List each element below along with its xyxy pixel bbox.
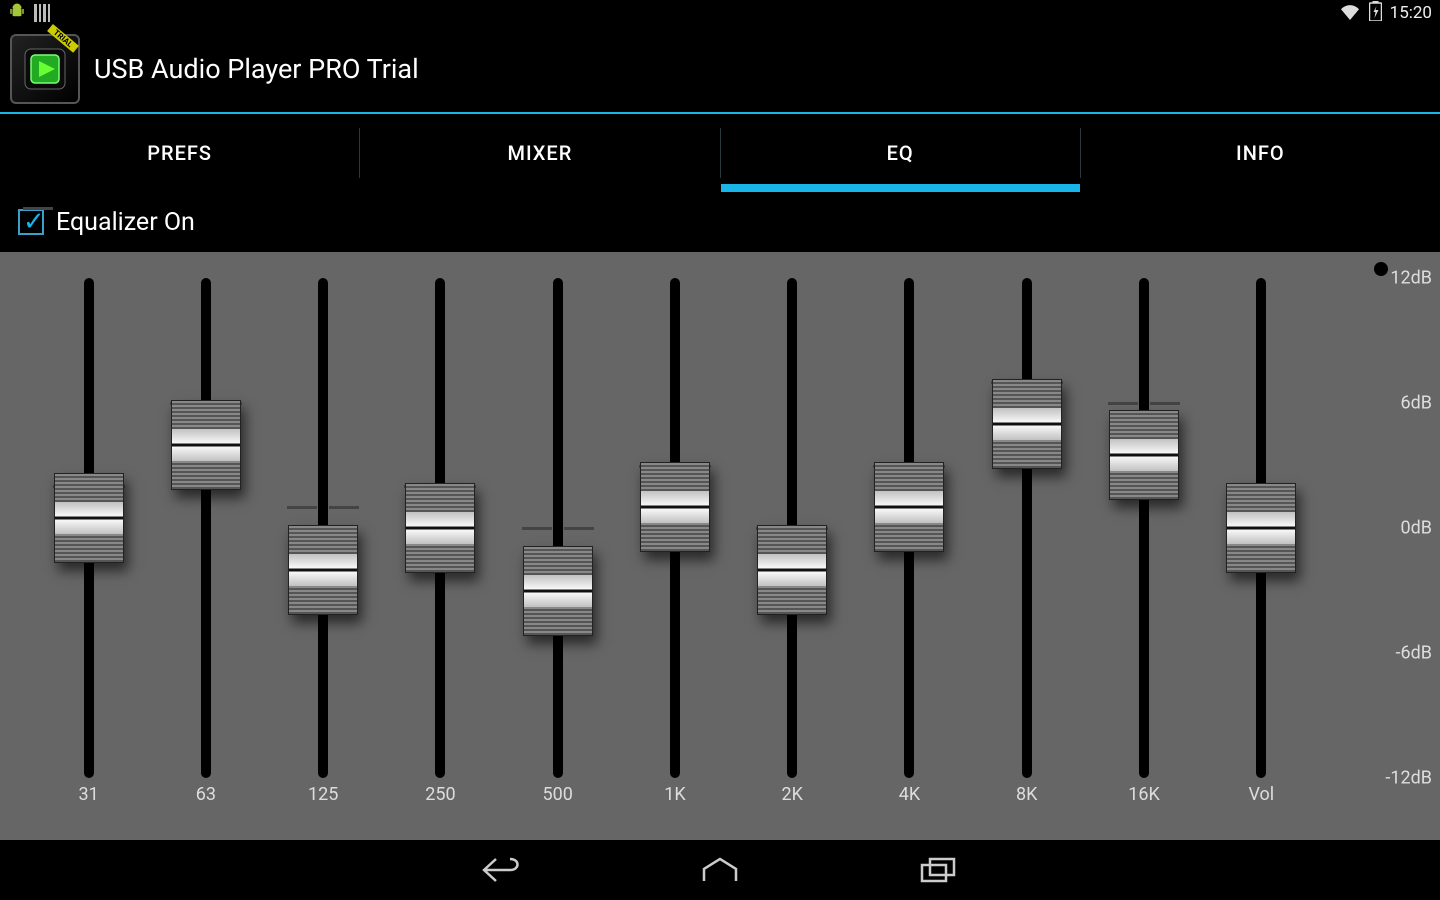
battery-charging-icon [1369,1,1382,26]
slider-rail [879,278,939,778]
slider-knob[interactable] [1226,483,1296,573]
slider-rail [997,278,1057,778]
slider-rail [410,278,470,778]
slider-knob[interactable] [992,379,1062,469]
slider-band-1K: 1K [616,278,733,830]
action-bar: TRIAL USB Audio Player PRO Trial [0,26,1440,114]
freq-label: 500 [543,784,573,805]
slider-band-500: 500 [499,278,616,830]
slider-band-4K: 4K [851,278,968,830]
slider-band-63: 63 [147,278,264,830]
db-scale: 12dB 6dB 0dB -6dB -12dB [1350,252,1440,840]
freq-label: 63 [196,784,216,805]
status-time: 15:20 [1390,3,1432,23]
slider-rail [293,278,353,778]
sd-card-icon [34,4,50,22]
app-icon: TRIAL [10,34,80,104]
back-button[interactable] [478,852,526,888]
home-button[interactable] [696,852,744,888]
slider-rail [59,278,119,778]
freq-label: 31 [79,784,99,805]
slider-knob[interactable] [757,525,827,615]
slider-knob[interactable] [405,483,475,573]
app-title: USB Audio Player PRO Trial [94,53,419,85]
slider-vol: Vol [1203,278,1320,830]
db-label: 0dB [1401,518,1432,539]
eq-panel: 31 63 125 250 500 1K 2K 4K 8K 16K Vol 12dB 6dB 0dB -6… [0,252,1440,840]
freq-label: 2K [782,784,803,805]
slider-rail [528,278,588,778]
system-nav-bar [0,840,1440,900]
slider-knob[interactable] [288,525,358,615]
tab-info[interactable]: INFO [1081,114,1440,192]
tab-prefs[interactable]: PREFS [0,114,359,192]
tab-mixer[interactable]: MIXER [360,114,719,192]
recent-apps-button[interactable] [914,852,962,888]
slider-knob[interactable] [523,546,593,636]
tab-label: MIXER [507,141,572,165]
slider-band-16K: 16K [1085,278,1202,830]
slider-band-125: 125 [265,278,382,830]
slider-band-250: 250 [382,278,499,830]
tab-bar: PREFS MIXER EQ INFO [0,114,1440,192]
slider-knob[interactable] [874,462,944,552]
db-label: 12dB [1390,268,1432,289]
freq-label: 125 [308,784,338,805]
db-label: -6dB [1396,643,1432,664]
tab-label: PREFS [147,141,212,165]
eq-on-label: Equalizer On [56,208,195,237]
slider-rail [1231,278,1291,778]
status-bar: 15:20 [0,0,1440,26]
slider-knob[interactable] [54,473,124,563]
tab-label: EQ [887,141,914,165]
freq-label: 1K [664,784,685,805]
freq-label: 4K [899,784,920,805]
vol-label: Vol [1248,784,1274,805]
slider-band-31: 31 [30,278,147,830]
freq-label: 8K [1016,784,1037,805]
slider-knob[interactable] [171,400,241,490]
eq-on-checkbox[interactable]: ✓ [18,209,44,235]
slider-rail [176,278,236,778]
freq-label: 16K [1128,784,1160,805]
slider-knob[interactable] [640,462,710,552]
tab-label: INFO [1236,141,1285,165]
slider-band-8K: 8K [968,278,1085,830]
eq-on-row: ✓ Equalizer On [0,192,1440,252]
android-debug-icon [8,1,26,26]
slider-knob[interactable] [1109,410,1179,500]
slider-rail [645,278,705,778]
wifi-icon [1339,2,1361,25]
tab-eq[interactable]: EQ [721,114,1080,192]
slider-rail [1114,278,1174,778]
db-label: 6dB [1401,393,1432,414]
freq-label: 250 [425,784,455,805]
slider-band-2K: 2K [734,278,851,830]
slider-rail [762,278,822,778]
db-label: -12dB [1385,768,1432,789]
